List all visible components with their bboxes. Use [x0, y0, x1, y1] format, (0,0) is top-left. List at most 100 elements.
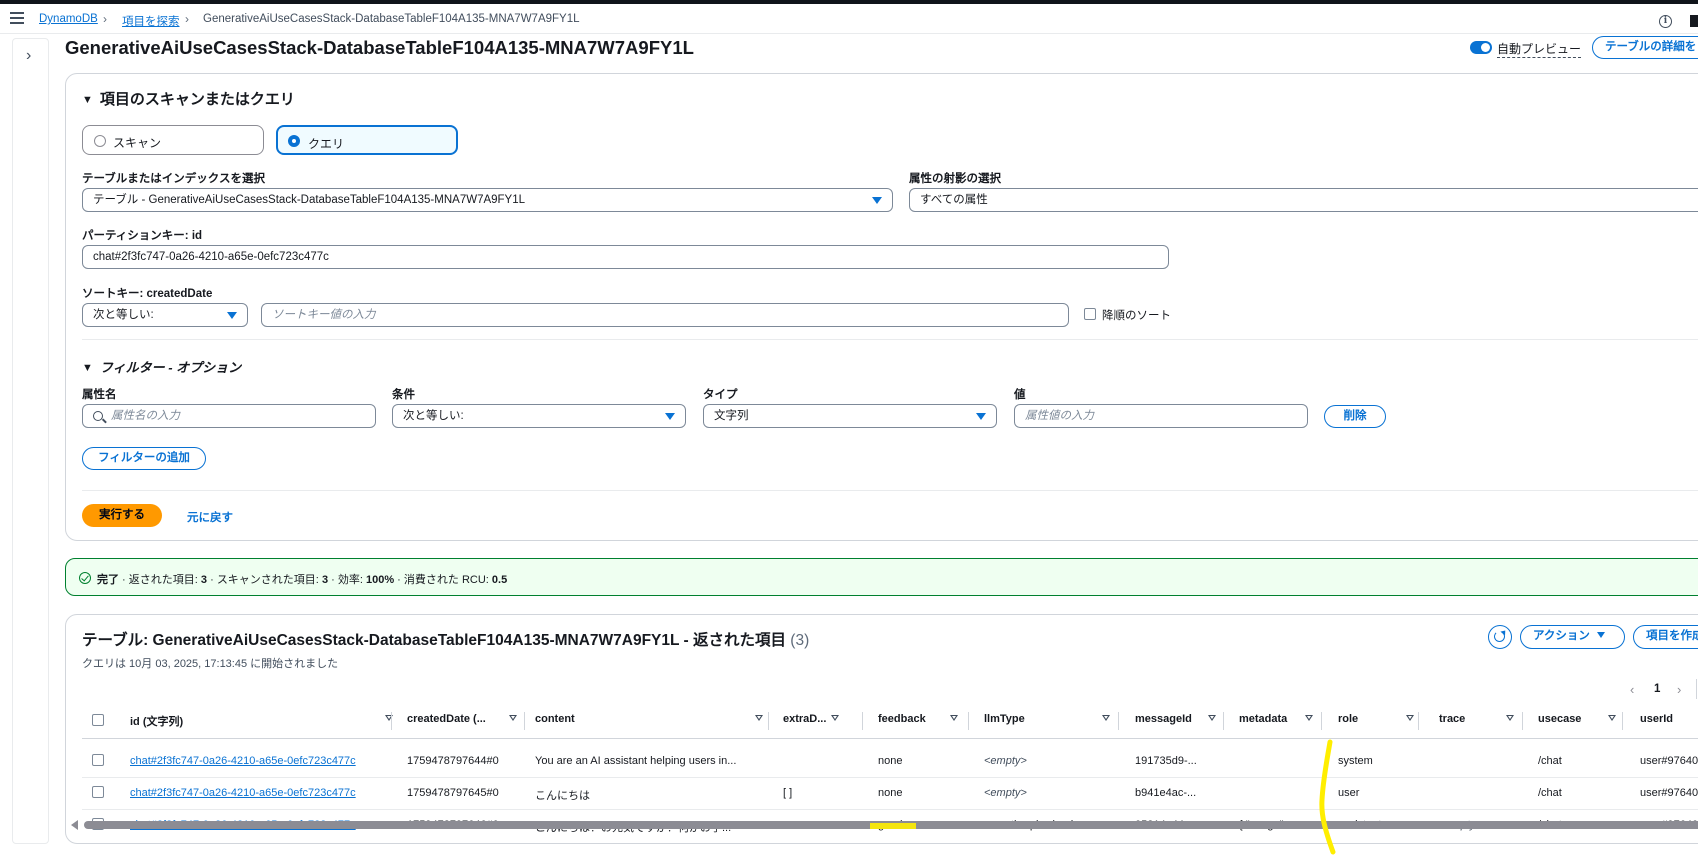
projection-select[interactable]: すべての属性 — [909, 188, 1698, 212]
info-icon[interactable]: i — [1659, 15, 1672, 28]
filter-value-input[interactable]: 属性値の入力 — [1014, 404, 1308, 428]
column-resizer[interactable] — [1622, 712, 1623, 730]
chevron-right-icon: › — [185, 12, 189, 26]
column-header-5[interactable]: llmType — [984, 713, 1110, 739]
sort-icon[interactable] — [1506, 715, 1514, 721]
scroll-left-icon[interactable] — [71, 820, 78, 830]
filter-condition-select[interactable]: 次と等しい: — [392, 404, 686, 428]
sort-key-value-input[interactable]: ソートキー値の入力 — [261, 303, 1069, 327]
table-index-select[interactable]: テーブル - GenerativeAiUseCasesStack-Databas… — [82, 188, 893, 212]
sort-icon[interactable] — [755, 715, 763, 721]
column-header-8[interactable]: role — [1338, 713, 1414, 739]
refresh-button[interactable] — [1488, 625, 1512, 649]
status-label: 完了 — [97, 574, 119, 586]
filter-condition-label: 条件 — [392, 389, 415, 401]
column-resizer[interactable] — [391, 712, 392, 730]
table-cell-llmtype: <empty> — [984, 787, 1027, 799]
column-header-11[interactable]: userId — [1640, 713, 1673, 739]
add-filter-button[interactable]: フィルターの追加 — [82, 447, 206, 470]
filter-type-select[interactable]: 文字列 — [703, 404, 997, 428]
rcu-label: 消費された RCU: — [403, 574, 489, 586]
column-header-3[interactable]: extraD... — [783, 713, 839, 739]
caret-down-icon — [872, 197, 882, 204]
table-details-button[interactable]: テーブルの詳細を — [1592, 36, 1698, 59]
sort-key-condition-select[interactable]: 次と等しい: — [82, 303, 248, 327]
select-all-checkbox[interactable] — [92, 714, 104, 726]
scrollbar-thumb[interactable] — [84, 821, 1698, 829]
row-checkbox[interactable] — [92, 786, 104, 798]
menu-icon[interactable] — [10, 12, 24, 24]
search-icon — [93, 411, 103, 421]
column-header-10[interactable]: usecase — [1538, 713, 1616, 739]
caret-down-icon: ▼ — [82, 362, 93, 374]
pager-page-number[interactable]: 1 — [1654, 683, 1660, 695]
sort-icon[interactable] — [1608, 715, 1616, 721]
row-checkbox[interactable] — [92, 754, 104, 766]
column-header-9[interactable]: trace — [1439, 713, 1514, 739]
table-index-value: テーブル - GenerativeAiUseCasesStack-Databas… — [93, 194, 526, 206]
column-header-4[interactable]: feedback — [878, 713, 958, 739]
chevron-right-icon[interactable]: › — [26, 47, 31, 65]
filter-attr-input[interactable]: 属性名の入力 — [82, 404, 376, 428]
column-resizer[interactable] — [1321, 712, 1322, 730]
create-item-button[interactable]: 項目を作成 — [1633, 625, 1698, 649]
column-resizer[interactable] — [768, 712, 769, 730]
reset-button[interactable]: 元に戻す — [187, 509, 233, 525]
mode-query-option[interactable]: クエリ — [276, 125, 458, 155]
scan-query-heading[interactable]: ▼ 項目のスキャンまたはクエリ — [82, 88, 295, 109]
run-button[interactable]: 実行する — [82, 504, 162, 527]
table-cell-createddate: 1759478797644#0 — [407, 755, 499, 767]
descending-sort-checkbox[interactable] — [1084, 308, 1096, 320]
top-navigation-bar: DynamoDB › 項目を探索 › GenerativeAiUseCasesS… — [0, 4, 1698, 34]
divider — [82, 339, 1698, 340]
pager-prev-icon[interactable]: ‹ — [1630, 682, 1634, 697]
actions-button[interactable]: アクション — [1520, 625, 1625, 649]
column-resizer[interactable] — [524, 712, 525, 730]
column-header-7[interactable]: metadata — [1239, 713, 1313, 739]
column-header-label: role — [1338, 713, 1359, 725]
separator: · — [207, 574, 217, 586]
table-cell-content: You are an AI assistant helping users in… — [535, 755, 737, 767]
sort-icon[interactable] — [509, 715, 517, 721]
sort-icon[interactable] — [1102, 715, 1110, 721]
mode-scan-option[interactable]: スキャン — [82, 125, 264, 155]
column-header-1[interactable]: createdDate (... — [407, 713, 517, 739]
column-header-2[interactable]: content — [535, 713, 763, 739]
filter-delete-button[interactable]: 削除 — [1324, 405, 1386, 428]
filter-type-value: 文字列 — [714, 410, 749, 422]
column-header-0[interactable]: id (文字列) — [130, 713, 393, 739]
item-id-link[interactable]: chat#2f3fc747-0a26-4210-a65e-0efc723c477… — [130, 755, 360, 767]
breadcrumb-dynamodb[interactable]: DynamoDB — [39, 13, 98, 25]
column-header-6[interactable]: messageId — [1135, 713, 1216, 739]
radio-icon[interactable] — [94, 135, 106, 147]
sort-icon[interactable] — [1406, 715, 1414, 721]
table-cell-usecase: /chat — [1538, 755, 1562, 767]
auto-preview-label: 自動プレビュー — [1497, 42, 1582, 58]
column-resizer[interactable] — [1118, 712, 1119, 730]
sort-icon[interactable] — [831, 715, 839, 721]
column-resizer[interactable] — [862, 712, 863, 730]
horizontal-scrollbar[interactable] — [71, 819, 1698, 831]
auto-preview-toggle[interactable] — [1470, 41, 1492, 54]
pager-next-icon[interactable]: › — [1677, 682, 1681, 697]
breadcrumb-explore-items[interactable]: 項目を探索 — [122, 13, 180, 29]
table-cell-feedback: none — [878, 755, 903, 767]
radio-selected-icon[interactable] — [288, 135, 300, 147]
rcu-value: 0.5 — [491, 574, 508, 586]
item-id-link[interactable]: chat#2f3fc747-0a26-4210-a65e-0efc723c477… — [130, 787, 360, 799]
column-header-label: trace — [1439, 713, 1466, 725]
sort-icon[interactable] — [1305, 715, 1313, 721]
sort-icon[interactable] — [1208, 715, 1216, 721]
column-resizer[interactable] — [1418, 712, 1419, 730]
column-resizer[interactable] — [1522, 712, 1523, 730]
sort-icon[interactable] — [950, 715, 958, 721]
projection-label: 属性の射影の選択 — [909, 173, 1001, 185]
column-resizer[interactable] — [1223, 712, 1224, 730]
success-alert: 完了 · 返された項目: 3 · スキャンされた項目: 3 · 効率: 100%… — [65, 558, 1698, 596]
partition-key-input[interactable]: chat#2f3fc747-0a26-4210-a65e-0efc723c477… — [82, 245, 1169, 269]
filter-heading[interactable]: ▼ フィルター - オプション — [82, 357, 241, 376]
separator: · — [119, 574, 129, 586]
column-resizer[interactable] — [968, 712, 969, 730]
column-header-label: llmType — [984, 713, 1025, 725]
caret-down-icon — [1596, 632, 1605, 638]
